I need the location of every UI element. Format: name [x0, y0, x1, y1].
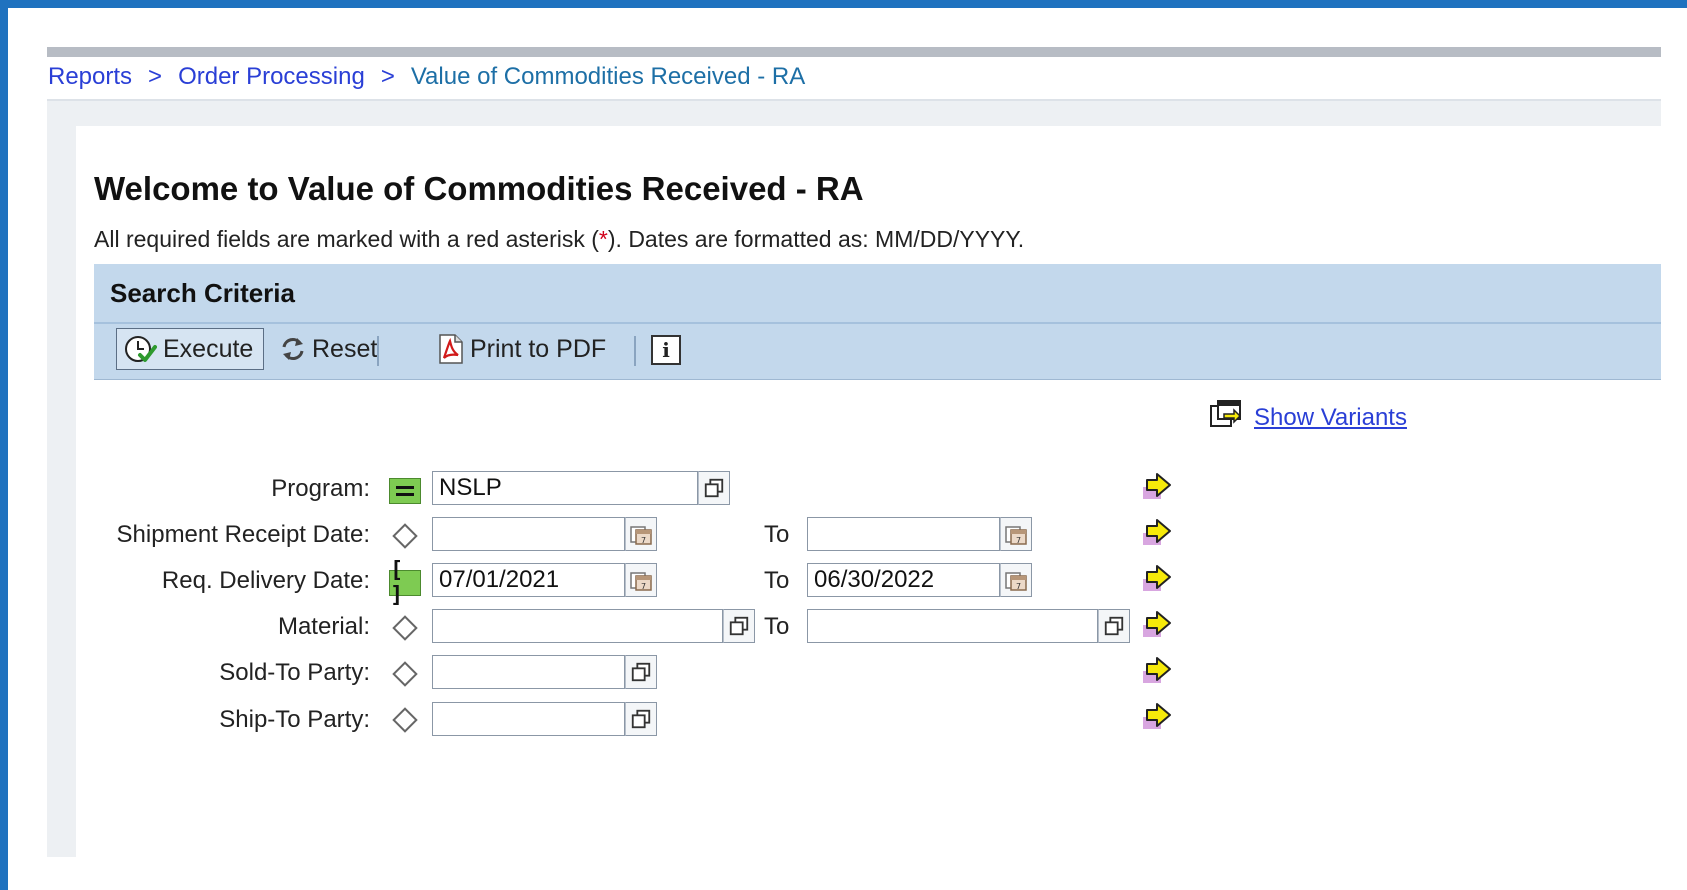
calendar-icon: [629, 522, 653, 546]
shipment-receipt-date-multiple-selection-arrow-icon[interactable]: [1141, 516, 1175, 548]
material-to-input[interactable]: [807, 609, 1098, 643]
req-delivery-date-to-input[interactable]: [807, 563, 1000, 597]
subtitle-text-end: ). Dates are formatted as: MM/DD/YYYY.: [607, 226, 1025, 252]
copy-icon: [630, 661, 652, 683]
shipment-receipt-date-to-calendar-button[interactable]: [1000, 517, 1032, 551]
info-icon: i: [662, 338, 670, 362]
sold-to-party-input[interactable]: [432, 655, 625, 689]
calendar-icon: [629, 568, 653, 592]
req-delivery-date-label: Req. Delivery Date:: [161, 567, 370, 594]
print-to-pdf-label: Print to PDF: [470, 334, 607, 363]
print-to-pdf-button[interactable]: Print to PDF: [438, 328, 606, 370]
req-delivery-date-to-calendar-button[interactable]: [1000, 563, 1032, 597]
copy-icon: [728, 615, 750, 637]
copy-icon: [703, 477, 725, 499]
sold-to-party-value-help-button[interactable]: [625, 655, 657, 689]
show-variants: Show Variants: [1208, 398, 1407, 437]
ship-to-party-multiple-selection-arrow-icon[interactable]: [1141, 700, 1175, 732]
breadcrumb-order-processing-link[interactable]: Order Processing: [178, 63, 365, 90]
material-from-input[interactable]: [432, 609, 723, 643]
sold-to-party-label: Sold-To Party:: [219, 659, 370, 686]
toolbar-separator: [377, 336, 379, 366]
material-multiple-selection-arrow-icon[interactable]: [1141, 608, 1175, 640]
execute-icon: [123, 333, 157, 365]
ship-to-party-input[interactable]: [432, 702, 625, 736]
selection-option-diamond-icon[interactable]: [389, 523, 421, 549]
required-asterisk: *: [598, 226, 608, 252]
content-panel-left-border: [47, 101, 76, 857]
search-toolbar: Execute Reset Print to PDF i: [94, 324, 1661, 380]
material-to-value-help-button[interactable]: [1098, 609, 1130, 643]
req-delivery-date-multiple-selection-arrow-icon[interactable]: [1141, 562, 1175, 594]
shipment-receipt-date-from-calendar-button[interactable]: [625, 517, 657, 551]
selection-option-diamond-icon[interactable]: [389, 615, 421, 641]
material-label: Material:: [277, 613, 370, 640]
ship-to-party-label: Ship-To Party:: [219, 706, 370, 733]
page-title: Welcome to Value of Commodities Received…: [94, 170, 864, 207]
page-subtitle: All required fields are marked with a re…: [94, 226, 1024, 253]
window-top-border: [0, 0, 1687, 8]
ship-to-party-value-help-button[interactable]: [625, 702, 657, 736]
selection-option-diamond-icon[interactable]: [389, 661, 421, 687]
subtitle-text: All required fields are marked with a re…: [94, 226, 599, 252]
variants-icon: [1208, 398, 1244, 437]
info-button[interactable]: i: [651, 335, 681, 365]
equals-selection-icon[interactable]: [389, 478, 421, 504]
req-delivery-date-from-calendar-button[interactable]: [625, 563, 657, 597]
copy-icon: [630, 708, 652, 730]
program-input[interactable]: [432, 471, 698, 505]
breadcrumb-separator: >: [148, 63, 163, 90]
copy-icon: [1103, 615, 1125, 637]
shipment-receipt-date-label: Shipment Receipt Date:: [116, 521, 370, 548]
to-label: To: [764, 613, 790, 640]
window-left-border: [0, 0, 8, 890]
pdf-icon: [438, 333, 464, 365]
breadcrumb-reports-link[interactable]: Reports: [48, 63, 132, 90]
breadcrumb: Reports > Order Processing > Value of Commod…: [48, 63, 805, 91]
search-criteria-title: Search Criteria: [110, 278, 295, 308]
content-panel-top-border: [76, 101, 1661, 126]
sold-to-party-multiple-selection-arrow-icon[interactable]: [1141, 654, 1175, 686]
search-criteria-header: Search Criteria: [94, 264, 1661, 324]
program-multiple-selection-button[interactable]: [698, 471, 730, 505]
req-delivery-date-from-input[interactable]: [432, 563, 625, 597]
show-variants-link[interactable]: Show Variants: [1254, 404, 1407, 432]
execute-label: Execute: [163, 334, 254, 363]
to-label: To: [764, 521, 790, 548]
toolbar-separator: [634, 336, 636, 366]
selection-option-diamond-icon[interactable]: [389, 707, 421, 733]
reset-label: Reset: [312, 334, 378, 363]
execute-button[interactable]: Execute: [116, 328, 264, 370]
reset-button[interactable]: Reset: [280, 328, 377, 370]
header-strip: [47, 47, 1661, 57]
shipment-receipt-date-from-input[interactable]: [432, 517, 625, 551]
between-selection-icon[interactable]: [ ]: [389, 558, 421, 608]
breadcrumb-current: Value of Commodities Received - RA: [410, 63, 806, 90]
material-from-value-help-button[interactable]: [723, 609, 755, 643]
program-label: Program:: [271, 475, 370, 502]
breadcrumb-separator: >: [380, 63, 395, 90]
shipment-receipt-date-to-input[interactable]: [807, 517, 1000, 551]
calendar-icon: [1004, 568, 1028, 592]
to-label: To: [764, 567, 790, 594]
program-multiple-selection-arrow-icon[interactable]: [1141, 470, 1175, 502]
reset-icon: [280, 335, 306, 363]
calendar-icon: [1004, 522, 1028, 546]
